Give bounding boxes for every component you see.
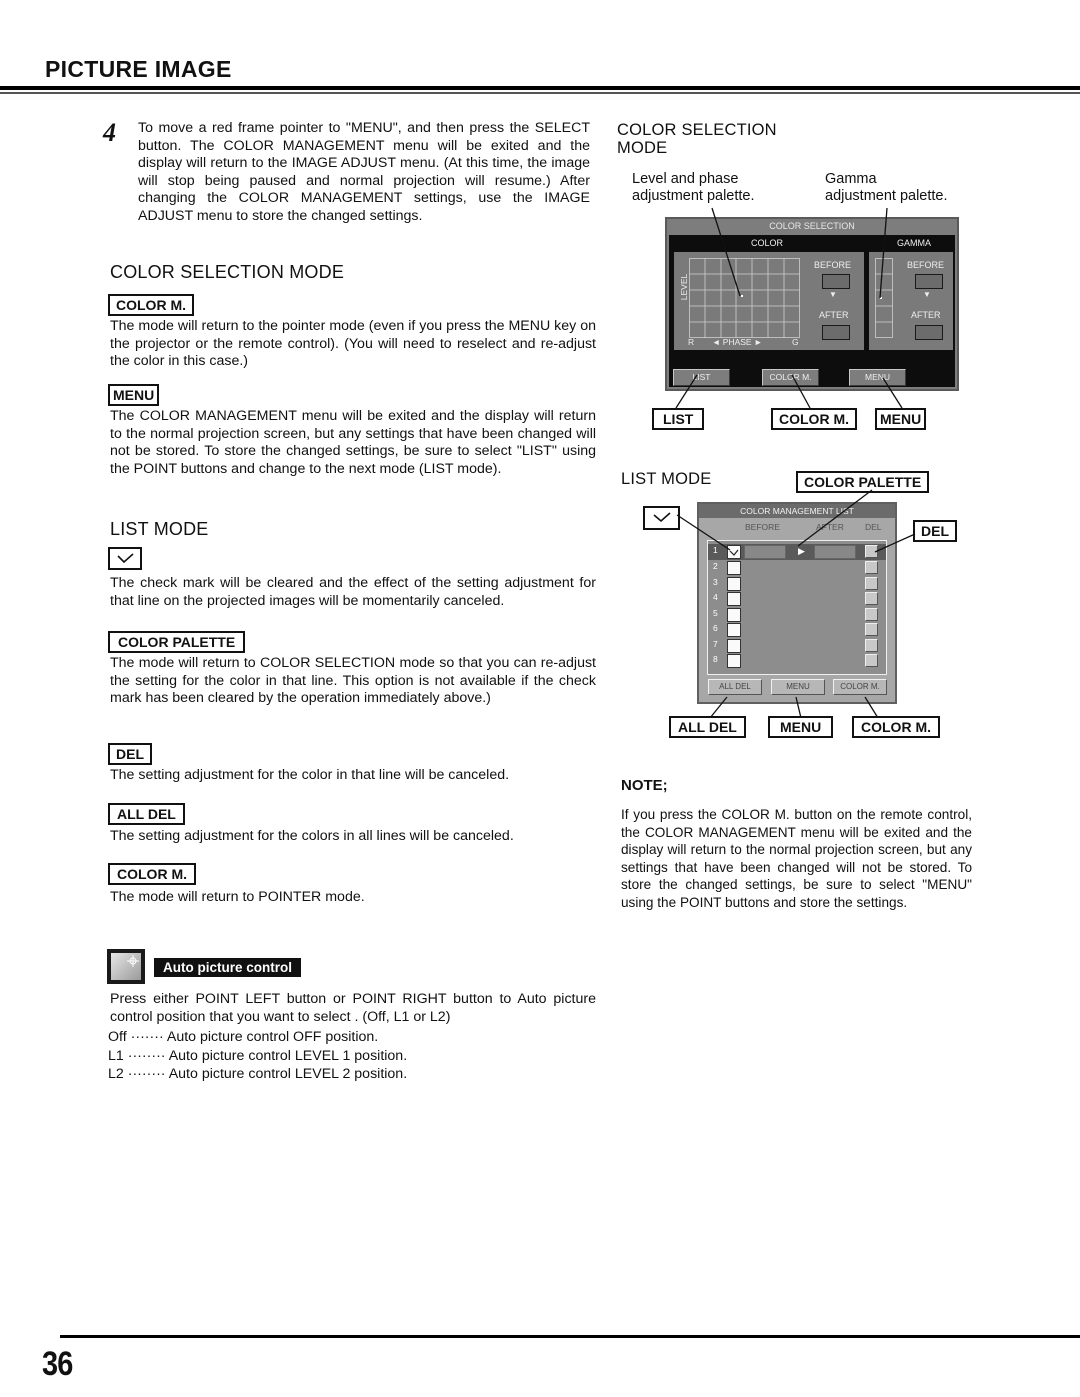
all-del-description: The setting adjustment for the colors in… — [110, 828, 514, 844]
color-m-2-description: The mode will return to POINTER mode. — [110, 889, 365, 905]
key-label: COLOR M. — [771, 408, 857, 430]
key-label: COLOR M. — [108, 863, 196, 885]
color-palette-description: The mode will return to COLOR SELECTION … — [110, 655, 596, 707]
callout-lines-list — [676, 489, 916, 719]
callout-lines-top — [675, 207, 903, 409]
key-list: LIST — [652, 408, 705, 430]
key-all-del-diagram: ALL DEL — [669, 716, 746, 738]
key-label: ALL DEL — [669, 716, 746, 738]
check-mark-key — [108, 547, 142, 570]
key-color-m-2: COLOR M. — [108, 863, 196, 885]
option-l1: L1 ········ Auto picture control LEVEL 1… — [108, 1047, 408, 1064]
check-mark-description: The check mark will be cleared and the e… — [110, 575, 596, 609]
color-m-description: The mode will return to the pointer mode… — [110, 318, 596, 370]
note-text: If you press the COLOR M. button on the … — [621, 807, 972, 910]
key-label: MENU — [108, 384, 160, 406]
key-label: COLOR M. — [108, 294, 194, 316]
key-color-m: COLOR M. — [108, 294, 194, 316]
key-label: LIST — [652, 408, 705, 430]
auto-picture-options: Off ······· Auto picture control OFF pos… — [108, 1028, 407, 1084]
option-l2: L2 ········ Auto picture control LEVEL 2… — [108, 1066, 408, 1082]
key-color-palette: COLOR PALETTE — [108, 631, 246, 653]
page-title: PICTURE IMAGE — [45, 56, 232, 82]
page-number: 36 — [42, 1345, 73, 1383]
key-all-del: ALL DEL — [108, 803, 185, 825]
check-mark-icon — [117, 553, 134, 564]
key-label: MENU — [875, 408, 927, 430]
key-del: DEL — [108, 743, 152, 765]
key-menu: MENU — [108, 384, 160, 406]
option-off: Off ······· Auto picture control OFF pos… — [108, 1029, 379, 1045]
step-number: 4 — [103, 118, 116, 147]
menu-description: The COLOR MANAGEMENT menu will be exited… — [110, 408, 596, 477]
header-rule-thin — [0, 92, 1080, 94]
key-label: ALL DEL — [108, 803, 185, 825]
key-color-m-list-diagram: COLOR M. — [852, 716, 940, 738]
key-menu-list-diagram: MENU — [768, 716, 834, 738]
header-rule — [0, 86, 1080, 90]
diagram-color-selection-heading: COLOR SELECTION MODE — [617, 121, 777, 157]
footer-rule — [60, 1335, 1080, 1338]
color-selection-mode-heading: COLOR SELECTION MODE — [110, 262, 345, 282]
step-text: To move a red frame pointer to "MENU", a… — [138, 120, 590, 224]
key-label: COLOR PALETTE — [108, 631, 246, 653]
key-menu-diagram: MENU — [875, 408, 927, 430]
note-heading: NOTE; — [621, 777, 668, 794]
key-color-m-diagram: COLOR M. — [771, 408, 857, 430]
auto-picture-icon — [107, 949, 145, 984]
list-mode-heading: LIST MODE — [110, 519, 209, 539]
del-description: The setting adjustment for the color in … — [110, 767, 510, 783]
auto-picture-description: Press either POINT LEFT button or POINT … — [110, 991, 596, 1025]
key-label: DEL — [108, 743, 152, 765]
key-label: MENU — [768, 716, 834, 738]
key-label: COLOR M. — [852, 716, 940, 738]
auto-picture-label: Auto picture control — [154, 958, 301, 977]
